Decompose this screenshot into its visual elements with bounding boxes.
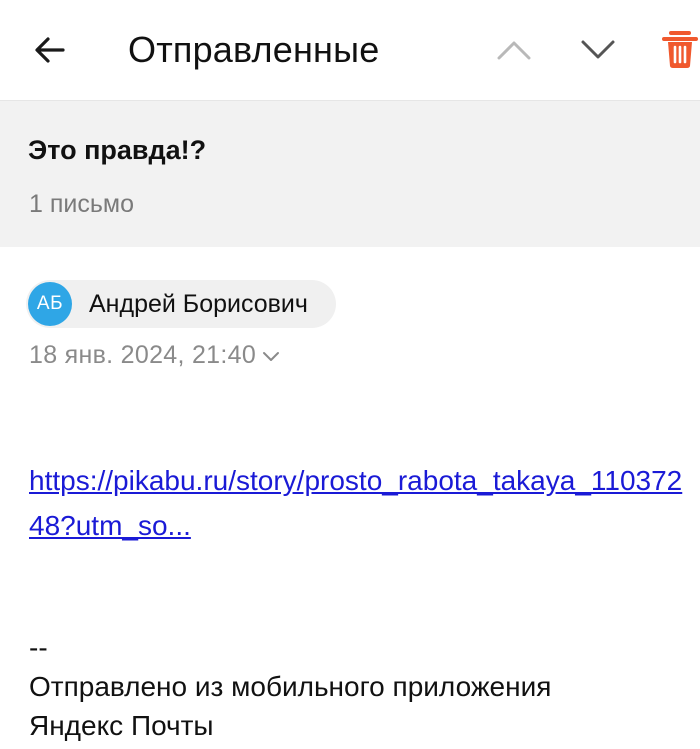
signature-line: Отправлено из мобильного приложения xyxy=(29,671,552,702)
previous-message-button[interactable] xyxy=(492,30,536,70)
thread-summary: Это правда!? 1 письмо xyxy=(0,101,700,247)
delete-button[interactable] xyxy=(660,26,700,72)
sender-chip[interactable]: АБ Андрей Борисович xyxy=(26,280,336,328)
folder-title: Отправленные xyxy=(128,29,380,70)
arrow-left-icon xyxy=(35,37,65,63)
signature-separator: -- xyxy=(29,632,48,663)
signature-line: Яндекс Почты xyxy=(29,710,214,741)
chevron-down-icon xyxy=(262,351,280,363)
message-link[interactable]: https://pikabu.ru/story/prosto_rabota_ta… xyxy=(29,458,689,548)
message-date-toggle[interactable]: 18 янв. 2024, 21:40 xyxy=(29,338,280,372)
trash-icon xyxy=(662,31,698,68)
email-signature: -- Отправлено из мобильного приложения Я… xyxy=(29,628,551,745)
next-message-button[interactable] xyxy=(576,30,620,70)
back-button[interactable] xyxy=(28,28,72,72)
avatar: АБ xyxy=(28,282,72,326)
message-date: 18 янв. 2024, 21:40 xyxy=(29,341,257,369)
chevron-up-icon xyxy=(497,41,531,60)
thread-subject: Это правда!? xyxy=(28,135,207,165)
chevron-down-icon xyxy=(581,40,615,59)
message-count: 1 письмо xyxy=(29,190,134,218)
sender-name: Андрей Борисович xyxy=(89,289,308,318)
app-header: Отправленные xyxy=(0,0,700,101)
